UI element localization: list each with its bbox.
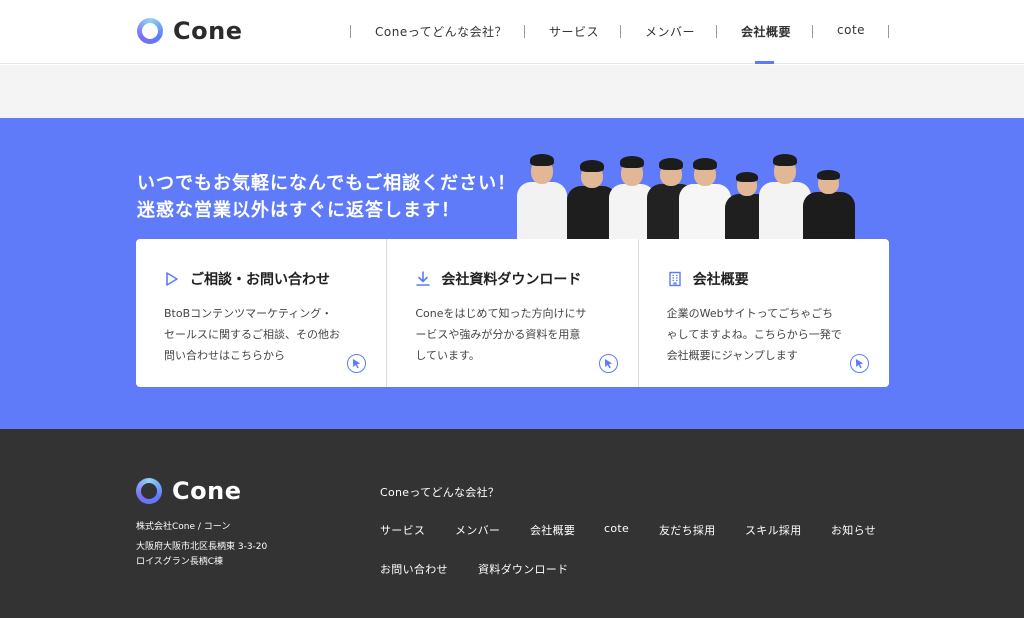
card-title-row: ご相談・お問い合わせ [164,269,386,289]
nav-item-about[interactable]: Coneってどんな会社？ [375,23,507,40]
cta-heading-line1: いつでもお気軽になんでもご相談ください！ [137,173,517,194]
nav-divider [888,25,889,38]
address-line: 大阪府大阪市北区長柄東 3-3-20 [136,542,268,552]
footer-link-about[interactable]: Coneってどんな会社？ [380,484,499,500]
footer-link-friend-recruit[interactable]: 友だち採用 [659,522,716,538]
nav-item-service[interactable]: サービス [549,23,599,40]
logo-text: Cone [172,477,242,505]
company-name: 株式会社Cone / コーン [136,522,231,532]
card-desc-line: ービスや強みが分かる資料を用意 [415,328,581,341]
nav-item-cote[interactable]: cote [837,23,865,37]
footer-link-news[interactable]: お知らせ [831,522,876,538]
building-icon [667,271,683,287]
team-photo [515,148,857,240]
contact-cta-section: いつでもお気軽になんでもご相談ください！ 迷惑な営業以外はすぐに返答します！ ご… [0,118,1024,429]
card-desc-line: BtoBコンテンツマーケティング・ [164,307,333,320]
card-title-row: 会社概要 [667,269,889,289]
footer-link-download[interactable]: 資料ダウンロード [478,561,568,577]
footer-link-contact[interactable]: お問い合わせ [380,561,448,577]
nav-divider [524,25,525,38]
nav-item-member[interactable]: メンバー [645,23,695,40]
download-icon [415,271,431,287]
download-card[interactable]: 会社資料ダウンロード Coneをはじめて知った方向けにサ ービスや強みが分かる資… [387,239,639,387]
site-header: Cone Coneってどんな会社？ サービス メンバー 会社概要 cote [0,0,1024,64]
footer-link-member[interactable]: メンバー [455,522,500,538]
nav-active-indicator [755,61,774,64]
nav-divider [812,25,813,38]
card-desc-line: 企業のWebサイトってごちゃごち [666,307,834,320]
card-title: 会社概要 [692,272,749,288]
play-triangle-icon [164,271,180,287]
footer-logo[interactable]: Cone [136,477,241,505]
footer-link-skill-recruit[interactable]: スキル採用 [745,522,802,538]
nav-divider [620,25,621,38]
card-title: ご相談・お問い合わせ [190,272,330,288]
site-footer: Cone 株式会社Cone / コーン 大阪府大阪市北区長柄東 3-3-20 ロ… [0,429,1024,618]
cursor-arrow-icon[interactable] [598,354,618,373]
card-desc-line: Coneをはじめて知った方向けにサ [415,307,587,320]
cta-heading: いつでもお気軽になんでもご相談ください！ 迷惑な営業以外はすぐに返答します！ [137,170,516,224]
company-address: 大阪府大阪市北区長柄東 3-3-20 ロイスグラン長柄C棟 [136,540,267,570]
address-line: ロイスグラン長柄C棟 [136,557,224,567]
nav-item-company[interactable]: 会社概要 [741,23,791,40]
company-overview-card[interactable]: 会社概要 企業のWebサイトってごちゃごち ゃしてますよね。こちらから一発で 会… [639,239,889,387]
contact-card[interactable]: ご相談・お問い合わせ BtoBコンテンツマーケティング・ セールスに関するご相談… [136,239,388,387]
nav-divider [716,25,717,38]
card-desc-line: ゃしてますよね。こちらから一発で [666,328,842,341]
footer-link-service[interactable]: サービス [380,522,425,538]
cursor-arrow-icon[interactable] [849,354,869,373]
content-spacer [0,65,1024,118]
cursor-arrow-icon[interactable] [347,354,367,373]
cta-heading-line2: 迷惑な営業以外はすぐに返答します！ [137,200,460,221]
global-nav: Coneってどんな会社？ サービス メンバー 会社概要 cote [0,0,1024,64]
nav-divider [350,25,351,38]
cone-logo-icon [136,478,162,504]
card-title: 会社資料ダウンロード [441,272,582,288]
card-desc-line: セールスに関するご相談、その他お [164,328,340,341]
card-title-row: 会社資料ダウンロード [415,269,637,289]
cta-cards: ご相談・お問い合わせ BtoBコンテンツマーケティング・ セールスに関するご相談… [136,239,889,387]
footer-link-company[interactable]: 会社概要 [530,522,575,538]
footer-link-cote[interactable]: cote [604,522,629,535]
